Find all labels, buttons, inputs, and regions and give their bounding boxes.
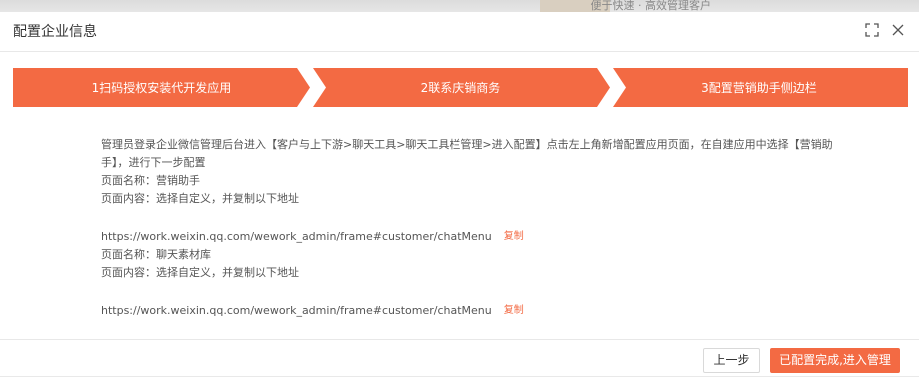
step-2-label: 2联系庆销商务 <box>420 81 501 95</box>
copy-url-2-link[interactable]: 复制 <box>504 302 524 320</box>
background-hint-text: 便于快速 · 高效管理客户 <box>590 0 712 12</box>
step-1-label: 1扫码授权安装代开发应用 <box>91 81 232 95</box>
config-url-2: https://work.weixin.qq.com/wework_admin/… <box>101 304 492 317</box>
instructions-intro: 管理员登录企业微信管理后台进入【客户与上下游>聊天工具>聊天工具栏管理>进入配置… <box>101 138 833 169</box>
previous-step-button[interactable]: 上一步 <box>703 348 760 373</box>
background-page: 便于快速 · 高效管理客户 <box>0 0 919 12</box>
fullscreen-icon[interactable] <box>865 23 879 37</box>
instructions: 管理员登录企业微信管理后台进入【客户与上下游>聊天工具>聊天工具栏管理>进入配置… <box>101 136 841 320</box>
url-row-1: https://work.weixin.qq.com/wework_admin/… <box>101 228 841 246</box>
close-icon[interactable] <box>891 23 905 37</box>
url-row-2: https://work.weixin.qq.com/wework_admin/… <box>101 302 841 320</box>
copy-url-1-link[interactable]: 复制 <box>504 228 524 246</box>
page-content-1: 页面内容：选择自定义，并复制以下地址 <box>101 192 299 205</box>
config-url-1: https://work.weixin.qq.com/wework_admin/… <box>101 230 492 243</box>
step-progress: 1扫码授权安装代开发应用 2联系庆销商务 3配置营销助手侧边栏 <box>13 68 908 107</box>
step-1: 1扫码授权安装代开发应用 <box>13 68 310 107</box>
dialog-header: 配置企业信息 <box>0 12 919 52</box>
step-2: 2联系庆销商务 <box>310 68 611 107</box>
dialog-title: 配置企业信息 <box>13 24 97 40</box>
dialog-footer: 上一步 已配置完成,进入管理 <box>0 339 919 377</box>
page-name-1: 页面名称：营销助手 <box>101 174 200 187</box>
step-3: 3配置营销助手侧边栏 <box>610 68 908 107</box>
config-dialog: 配置企业信息 1扫码授权安装代开发应用 2联系庆销商务 3配置营销助手侧边栏 管… <box>0 12 919 376</box>
finish-config-button[interactable]: 已配置完成,进入管理 <box>770 348 900 373</box>
page-content-2: 页面内容：选择自定义，并复制以下地址 <box>101 266 299 279</box>
step-3-label: 3配置营销助手侧边栏 <box>701 81 817 95</box>
page-name-2: 页面名称：聊天素材库 <box>101 248 211 261</box>
